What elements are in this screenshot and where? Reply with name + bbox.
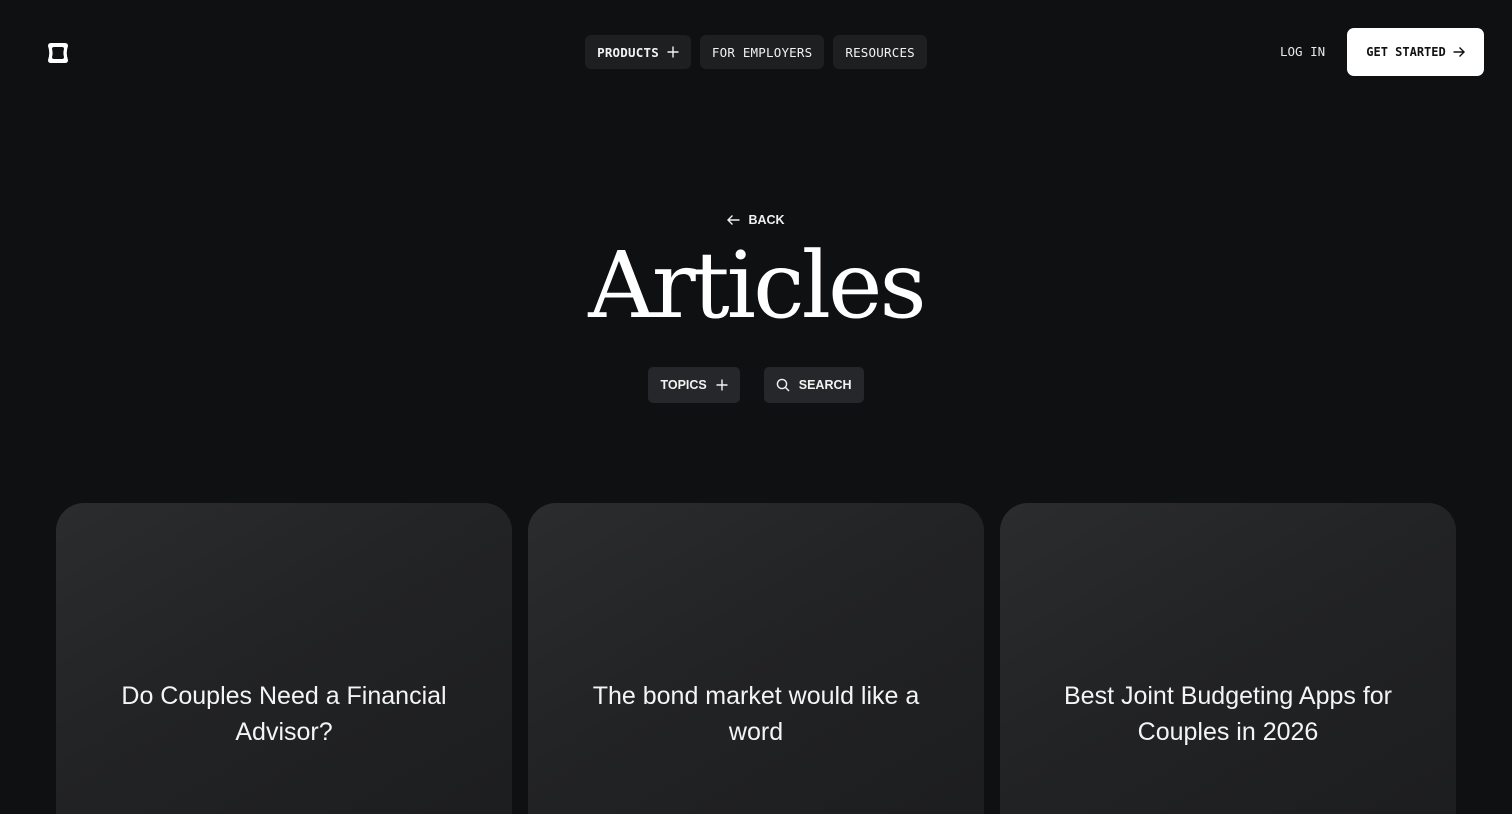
article-card[interactable]: The bond market would like a word bbox=[528, 503, 984, 814]
nav-for-employers-label: FOR EMPLOYERS bbox=[711, 44, 813, 60]
article-card-title: Do Couples Need a Financial Advisor? bbox=[121, 682, 447, 746]
page: PRODUCTS FOR EMPLOYERS RESOURCES LOG IN … bbox=[0, 0, 1512, 814]
nav-resources-button[interactable]: RESOURCES bbox=[833, 35, 927, 69]
search-icon bbox=[776, 378, 790, 392]
arrow-right-icon bbox=[1453, 47, 1465, 57]
back-link-wrapper: BACK bbox=[0, 213, 1512, 227]
search-button[interactable]: SEARCH bbox=[763, 367, 864, 403]
get-started-button[interactable]: GET STARTED bbox=[1347, 28, 1484, 76]
arrow-left-icon bbox=[727, 215, 740, 225]
topics-button[interactable]: TOPICS bbox=[648, 367, 740, 403]
article-card-title: The bond market would like a word bbox=[592, 682, 920, 746]
nav-products-label: PRODUCTS bbox=[597, 44, 659, 60]
back-label: BACK bbox=[748, 213, 785, 227]
filter-bar: TOPICS SEARCH bbox=[0, 367, 1512, 403]
login-link[interactable]: LOG IN bbox=[1280, 44, 1325, 59]
plus-icon bbox=[667, 46, 679, 58]
article-card[interactable]: Do Couples Need a Financial Advisor? bbox=[56, 503, 512, 814]
search-label: SEARCH bbox=[798, 378, 852, 392]
article-card-list: Do Couples Need a Financial Advisor? The… bbox=[56, 503, 1456, 814]
nav-for-employers-button[interactable]: FOR EMPLOYERS bbox=[699, 35, 825, 69]
article-card-title: Best Joint Budgeting Apps for Couples in… bbox=[1064, 682, 1392, 746]
page-title: Articles bbox=[588, 232, 926, 339]
plus-icon bbox=[716, 379, 728, 391]
topics-label: TOPICS bbox=[660, 378, 707, 392]
article-card[interactable]: Best Joint Budgeting Apps for Couples in… bbox=[1000, 503, 1456, 814]
get-started-label: GET STARTED bbox=[1366, 45, 1446, 59]
nav-products-button[interactable]: PRODUCTS bbox=[585, 35, 691, 69]
nav-resources-label: RESOURCES bbox=[845, 44, 915, 60]
brand-logo-icon[interactable] bbox=[46, 41, 70, 65]
back-link[interactable]: BACK bbox=[727, 213, 785, 227]
